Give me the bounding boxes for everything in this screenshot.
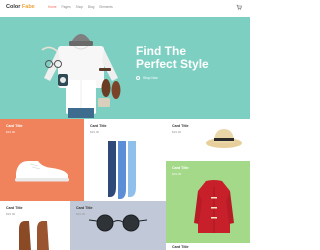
logo-accent-text: Fabe xyxy=(21,4,35,10)
hero-title: Find The Perfect Style xyxy=(136,45,236,71)
product-price: $29.00 xyxy=(90,130,100,134)
hat-icon xyxy=(206,129,242,148)
product-card-boots[interactable]: Card Title $29.00 xyxy=(0,201,70,250)
nav-item-blog[interactable]: Blog xyxy=(88,5,94,9)
socks-icon xyxy=(108,141,136,199)
cart-icon[interactable] xyxy=(236,4,242,10)
site-header: Color Fabe Home Pages Shop Blog Elements xyxy=(0,0,250,17)
product-name[interactable]: Card Title xyxy=(172,124,189,128)
product-name[interactable]: Card Title xyxy=(172,245,189,249)
logo-text: Color xyxy=(6,4,21,10)
site-logo[interactable]: Color Fabe xyxy=(6,4,35,10)
product-price: $29.00 xyxy=(6,212,16,216)
product-price: $29.00 xyxy=(6,130,16,134)
rope-shape xyxy=(41,46,59,53)
product-card-sunglasses[interactable]: Card Title $29.00 xyxy=(70,201,166,250)
product-price: $29.00 xyxy=(172,172,182,176)
product-name[interactable]: Card Title xyxy=(172,166,189,170)
nav-item-home[interactable]: Home xyxy=(48,5,57,9)
product-name[interactable]: Card Title xyxy=(6,124,23,128)
product-name[interactable]: Card Title xyxy=(90,124,107,128)
product-card-coat[interactable]: Card Title $29.00 xyxy=(166,161,250,250)
main-nav: Home Pages Shop Blog Elements xyxy=(48,5,113,9)
product-price: $29.00 xyxy=(76,212,86,216)
nav-item-elements[interactable]: Elements xyxy=(99,5,112,9)
outfit-flatlay-image xyxy=(41,34,121,118)
product-name[interactable]: Card Title xyxy=(6,206,23,210)
sunglasses-icon xyxy=(88,214,148,232)
hero-title-line-2: Perfect Style xyxy=(136,57,209,71)
nav-item-shop[interactable]: Shop xyxy=(76,5,83,9)
circle-arrow-icon xyxy=(136,76,140,80)
coat-icon xyxy=(194,180,234,233)
product-card-socks[interactable]: Card Title $29.00 xyxy=(84,119,166,201)
shop-now-label: Shop Now xyxy=(143,76,158,80)
hero-banner: Find The Perfect Style Shop Now xyxy=(0,17,250,119)
nav-item-pages[interactable]: Pages xyxy=(62,5,71,9)
product-name[interactable]: Card Title xyxy=(76,206,93,210)
boots-icon xyxy=(19,221,49,250)
sneaker-icon xyxy=(15,161,69,182)
product-card-sneaker[interactable]: Card Title $29.00 xyxy=(0,119,84,201)
product-card-partial[interactable]: Card Title xyxy=(166,243,250,250)
product-card-hat[interactable]: Card Title $29.00 xyxy=(166,119,250,161)
shop-now-button[interactable]: Shop Now xyxy=(136,76,158,80)
product-price: $29.00 xyxy=(172,130,182,134)
